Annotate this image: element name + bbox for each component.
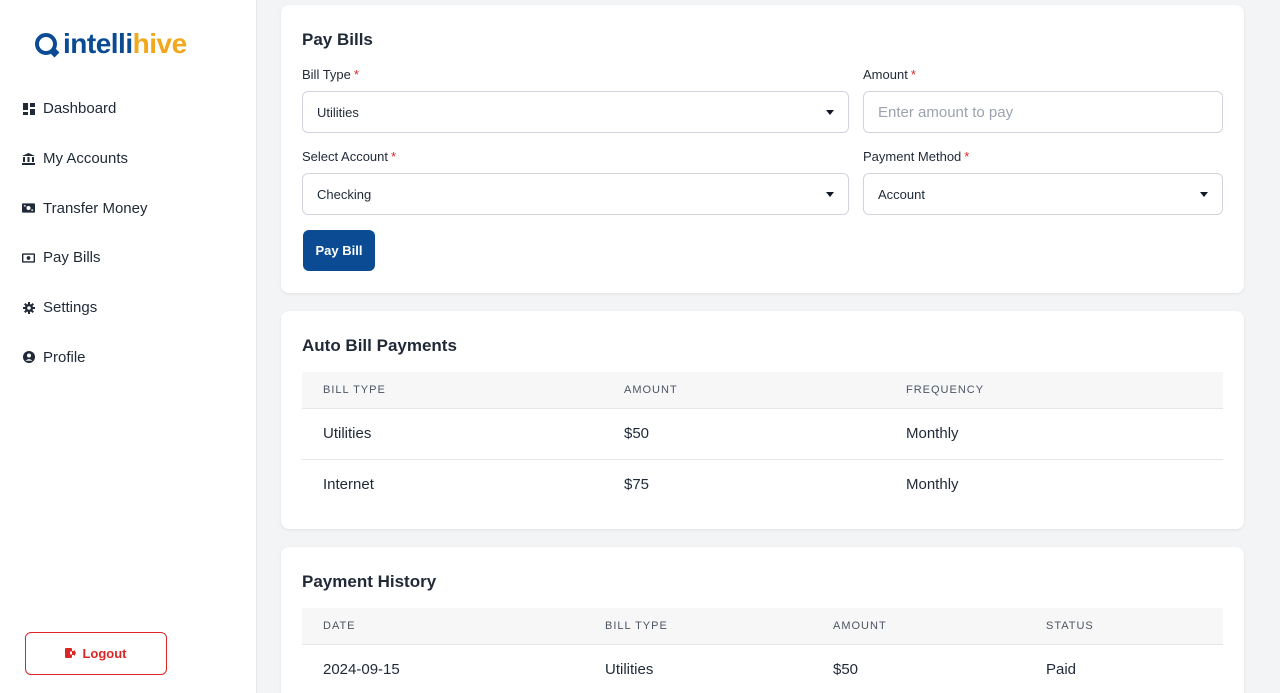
auto-payments-table: BILL TYPE AMOUNT FREQUENCY Utilities $50…	[302, 372, 1223, 510]
column-header: DATE	[323, 620, 356, 632]
logo-text-accent: hive	[132, 28, 188, 59]
money-transfer-icon	[22, 202, 35, 215]
sidebar-item-label: My Accounts	[43, 150, 129, 168]
table-row: Internet $75 Monthly	[302, 460, 1223, 511]
column-header: BILL TYPE	[323, 384, 386, 396]
pay-bill-button[interactable]: Pay Bill	[303, 230, 375, 271]
card-title: Pay Bills	[302, 30, 373, 49]
sidebar-item-dashboard[interactable]: Dashboard	[0, 84, 257, 134]
amount-input[interactable]: Enter amount to pay	[863, 91, 1223, 133]
table-cell: Monthly	[906, 475, 959, 493]
sidebar-item-transfer-money[interactable]: Transfer Money	[0, 183, 257, 233]
table-cell: $50	[624, 425, 650, 442]
sidebar: intellihive Dashboard My Accounts Transf…	[0, 0, 257, 693]
bill-type-value: Utilities	[317, 104, 359, 120]
bill-icon	[22, 251, 35, 264]
required-mark: *	[391, 149, 397, 164]
pay-bills-card: Pay Bills Bill Type * Utilities Amount * E…	[281, 5, 1244, 293]
sidebar-item-label: Transfer Money	[43, 199, 148, 217]
auto-bill-payments-card: Auto Bill Payments BILL TYPE AMOUNT FREQ…	[281, 311, 1244, 529]
account-value: Checking	[317, 186, 372, 202]
card-title: Auto Bill Payments	[302, 336, 457, 355]
required-mark: *	[964, 149, 970, 164]
payment-method-value: Account	[878, 186, 925, 202]
payment-method-select[interactable]: Account	[863, 173, 1223, 215]
table-cell: $50	[833, 661, 859, 678]
table-cell: Internet	[323, 475, 374, 493]
table-cell: Monthly	[906, 425, 959, 442]
sidebar-item-my-accounts[interactable]: My Accounts	[0, 134, 257, 184]
table-cell: $75	[624, 475, 650, 493]
column-header: AMOUNT	[833, 620, 887, 632]
payment-history-card: Payment History DATE BILL TYPE AMOUNT ST…	[281, 547, 1244, 693]
required-mark: *	[353, 67, 359, 82]
bank-icon	[22, 152, 35, 165]
status-cell: Paid	[1046, 661, 1077, 678]
sidebar-item-label: Settings	[43, 299, 98, 317]
table-header: BILL TYPE AMOUNT FREQUENCY	[302, 372, 1223, 409]
table-header: DATE BILL TYPE AMOUNT STATUS	[302, 608, 1223, 645]
sidebar-item-settings[interactable]: Settings	[0, 283, 257, 333]
bill-type-label: Bill Type *	[302, 67, 359, 82]
sidebar-item-label: Dashboard	[43, 100, 117, 118]
caret-down-icon	[826, 192, 834, 197]
caret-down-icon	[826, 110, 834, 115]
column-header: AMOUNT	[624, 384, 678, 396]
sidebar-nav: Dashboard My Accounts Transfer Money Pay…	[0, 84, 257, 382]
logout-label: Logout	[82, 646, 127, 661]
amount-placeholder: Enter amount to pay	[878, 103, 1014, 121]
table-cell: Utilities	[323, 425, 372, 442]
table-row: Utilities $50 Monthly	[302, 409, 1223, 460]
table-row: 2024-09-15 Utilities $50 Paid	[302, 645, 1223, 693]
payment-history-table: DATE BILL TYPE AMOUNT STATUS 2024-09-15 …	[302, 608, 1223, 693]
sidebar-item-profile[interactable]: Profile	[0, 332, 257, 382]
caret-down-icon	[1200, 192, 1208, 197]
sidebar-item-label: Profile	[43, 348, 86, 366]
brand-logo[interactable]: intellihive	[35, 28, 187, 60]
card-title: Payment History	[302, 572, 437, 591]
sidebar-item-pay-bills[interactable]: Pay Bills	[0, 233, 257, 283]
amount-label: Amount *	[863, 67, 916, 82]
column-header: BILL TYPE	[605, 620, 668, 632]
logout-icon	[65, 645, 77, 663]
account-label: Select Account *	[302, 149, 397, 164]
sidebar-item-label: Pay Bills	[43, 249, 101, 267]
user-circle-icon	[22, 351, 35, 364]
column-header: STATUS	[1046, 620, 1094, 632]
dashboard-icon	[22, 102, 35, 115]
required-mark: *	[910, 67, 916, 82]
logo-text-primary: intelli	[63, 28, 133, 59]
logout-button[interactable]: Logout	[25, 632, 167, 675]
payment-method-label: Payment Method *	[863, 149, 970, 164]
bill-type-select[interactable]: Utilities	[302, 91, 849, 133]
account-select[interactable]: Checking	[302, 173, 849, 215]
table-cell: Utilities	[605, 661, 654, 678]
gear-icon	[22, 301, 35, 314]
column-header: FREQUENCY	[906, 384, 985, 396]
logo-icon	[35, 33, 57, 55]
table-cell: 2024-09-15	[323, 661, 400, 678]
